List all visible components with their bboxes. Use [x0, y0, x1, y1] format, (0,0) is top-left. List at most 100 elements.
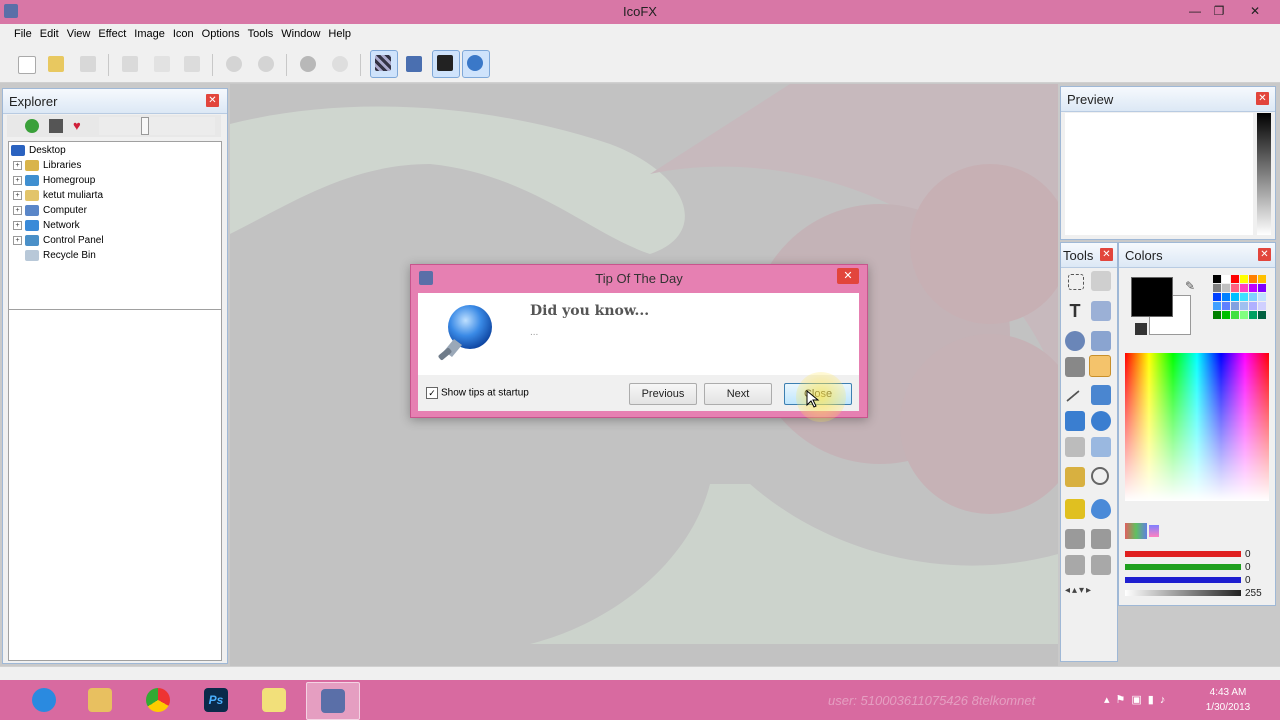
pencil-tool-icon[interactable] — [1089, 355, 1111, 377]
expand-icon[interactable]: + — [13, 221, 22, 230]
move-arrows-icon[interactable]: ◂▴▾▸ — [1065, 585, 1093, 596]
hsv-mode-icon[interactable] — [1149, 525, 1159, 537]
dialog-close-icon[interactable]: ✕ — [837, 268, 859, 284]
cut-icon[interactable] — [118, 52, 142, 76]
satellite-icon[interactable] — [402, 52, 426, 76]
zoom-tool-icon[interactable] — [1091, 467, 1109, 485]
icofx-taskbar-icon[interactable] — [306, 682, 360, 720]
menu-view[interactable]: View — [63, 24, 95, 40]
globe-icon[interactable] — [296, 52, 320, 76]
menu-effect[interactable]: Effect — [94, 24, 130, 40]
alpha-slider[interactable] — [1125, 590, 1241, 596]
fill-tool-icon[interactable] — [1065, 331, 1085, 351]
hand-tool-icon[interactable] — [1065, 555, 1085, 575]
file-explorer-icon[interactable] — [74, 682, 126, 718]
tree-item-libraries[interactable]: + Libraries — [13, 160, 81, 175]
close-window-button[interactable]: ✕ — [1244, 2, 1266, 20]
expand-icon[interactable]: + — [13, 161, 22, 170]
menu-options[interactable]: Options — [198, 24, 244, 40]
show-tips-checkbox[interactable]: ✓ Show tips at startup — [426, 387, 529, 399]
expand-icon[interactable]: + — [13, 191, 22, 200]
minimize-button[interactable]: — — [1184, 2, 1206, 20]
blue-value[interactable]: 0 — [1245, 575, 1251, 586]
apple-icon[interactable] — [328, 52, 352, 76]
preview-scale-bar[interactable] — [1257, 113, 1271, 235]
swap-tool-icon[interactable] — [1091, 529, 1111, 549]
copy-icon[interactable] — [150, 52, 174, 76]
rectangle-tool-icon[interactable] — [1091, 385, 1111, 405]
selection-tool-icon[interactable] — [1068, 274, 1084, 290]
reset-colors-icon[interactable] — [1135, 323, 1147, 335]
internet-explorer-icon[interactable] — [18, 682, 70, 718]
alpha-value[interactable]: 255 — [1245, 588, 1262, 599]
crop-tool-icon[interactable] — [1091, 271, 1111, 291]
tree-item-user[interactable]: + ketut muliarta — [13, 190, 103, 205]
blue-slider[interactable] — [1125, 577, 1241, 583]
redo-icon[interactable] — [254, 52, 278, 76]
photoshop-icon[interactable]: Ps — [190, 682, 242, 718]
preview-close-icon[interactable]: ✕ — [1256, 92, 1269, 105]
shape-tool-icon[interactable] — [1091, 437, 1111, 457]
undo-icon[interactable] — [222, 52, 246, 76]
tree-item-computer[interactable]: + Computer — [13, 205, 87, 220]
tree-item-network[interactable]: + Network — [13, 220, 80, 235]
favorite-heart-icon[interactable]: ♥ — [73, 118, 81, 133]
tree-item-recycle-bin[interactable]: Recycle Bin — [25, 250, 96, 265]
previous-button[interactable]: Previous — [629, 383, 697, 405]
filled-rect-tool-icon[interactable] — [1065, 411, 1085, 431]
red-value[interactable]: 0 — [1245, 549, 1251, 560]
smudge-tool-icon[interactable] — [1065, 529, 1085, 549]
spray-tool-icon[interactable] — [1091, 331, 1111, 351]
color-spectrum[interactable] — [1125, 353, 1269, 501]
menu-image[interactable]: Image — [130, 24, 169, 40]
save-icon[interactable] — [76, 52, 100, 76]
drive-icon[interactable] — [49, 119, 63, 133]
new-file-icon[interactable] — [14, 52, 38, 76]
paste-icon[interactable] — [180, 52, 204, 76]
color-palette[interactable] — [1213, 275, 1269, 343]
tree-item-homegroup[interactable]: + Homegroup — [13, 175, 95, 190]
chrome-icon[interactable] — [132, 682, 184, 718]
colors-close-icon[interactable]: ✕ — [1258, 248, 1271, 261]
next-button[interactable]: Next — [704, 383, 772, 405]
open-folder-icon[interactable] — [44, 52, 68, 76]
rgb-mode-icon[interactable] — [1125, 523, 1147, 539]
preview-icon[interactable] — [432, 50, 460, 78]
thumbnail-size-slider[interactable] — [99, 117, 215, 135]
ellipse-tool-icon[interactable] — [1091, 411, 1111, 431]
swap-colors-icon[interactable]: ✎ — [1185, 279, 1195, 293]
file-list[interactable] — [8, 309, 222, 661]
blur-tool-icon[interactable] — [1091, 499, 1111, 519]
highlight-tool-icon[interactable] — [1065, 499, 1085, 519]
menu-help[interactable]: Help — [324, 24, 355, 40]
curve-tool-icon[interactable] — [1091, 555, 1111, 575]
tools-close-icon[interactable]: ✕ — [1100, 248, 1113, 261]
expand-icon[interactable]: + — [13, 236, 22, 245]
menu-tools[interactable]: Tools — [244, 24, 278, 40]
menu-file[interactable]: File — [10, 24, 36, 40]
expand-icon[interactable]: + — [13, 176, 22, 185]
menu-window[interactable]: Window — [277, 24, 324, 40]
brush-tool-icon[interactable] — [1065, 357, 1085, 377]
text-tool-icon[interactable]: T — [1065, 301, 1085, 321]
menu-icon[interactable]: Icon — [169, 24, 198, 40]
green-value[interactable]: 0 — [1245, 562, 1251, 573]
explorer-close-icon[interactable]: ✕ — [206, 94, 219, 107]
refresh-icon[interactable] — [25, 119, 39, 133]
tree-item-desktop[interactable]: Desktop — [11, 145, 66, 160]
red-slider[interactable] — [1125, 551, 1241, 557]
expand-icon[interactable]: + — [13, 206, 22, 215]
gradient-tool-icon[interactable] — [1065, 437, 1085, 457]
primary-color-swatch[interactable] — [1131, 277, 1173, 317]
tree-item-control-panel[interactable]: + Control Panel — [13, 235, 104, 250]
slider-thumb[interactable] — [141, 117, 149, 135]
color-picker-tool-icon[interactable] — [1065, 467, 1085, 487]
sticky-notes-icon[interactable] — [248, 682, 300, 718]
zoom-icon[interactable] — [462, 50, 490, 78]
tray-icons[interactable]: ▴⚑▣▮♪ — [1104, 693, 1171, 706]
checkbox-check-icon[interactable]: ✓ — [426, 387, 438, 399]
maximize-button[interactable]: ❐ — [1208, 2, 1230, 20]
checker-view-icon[interactable] — [370, 50, 398, 78]
menu-edit[interactable]: Edit — [36, 24, 63, 40]
green-slider[interactable] — [1125, 564, 1241, 570]
